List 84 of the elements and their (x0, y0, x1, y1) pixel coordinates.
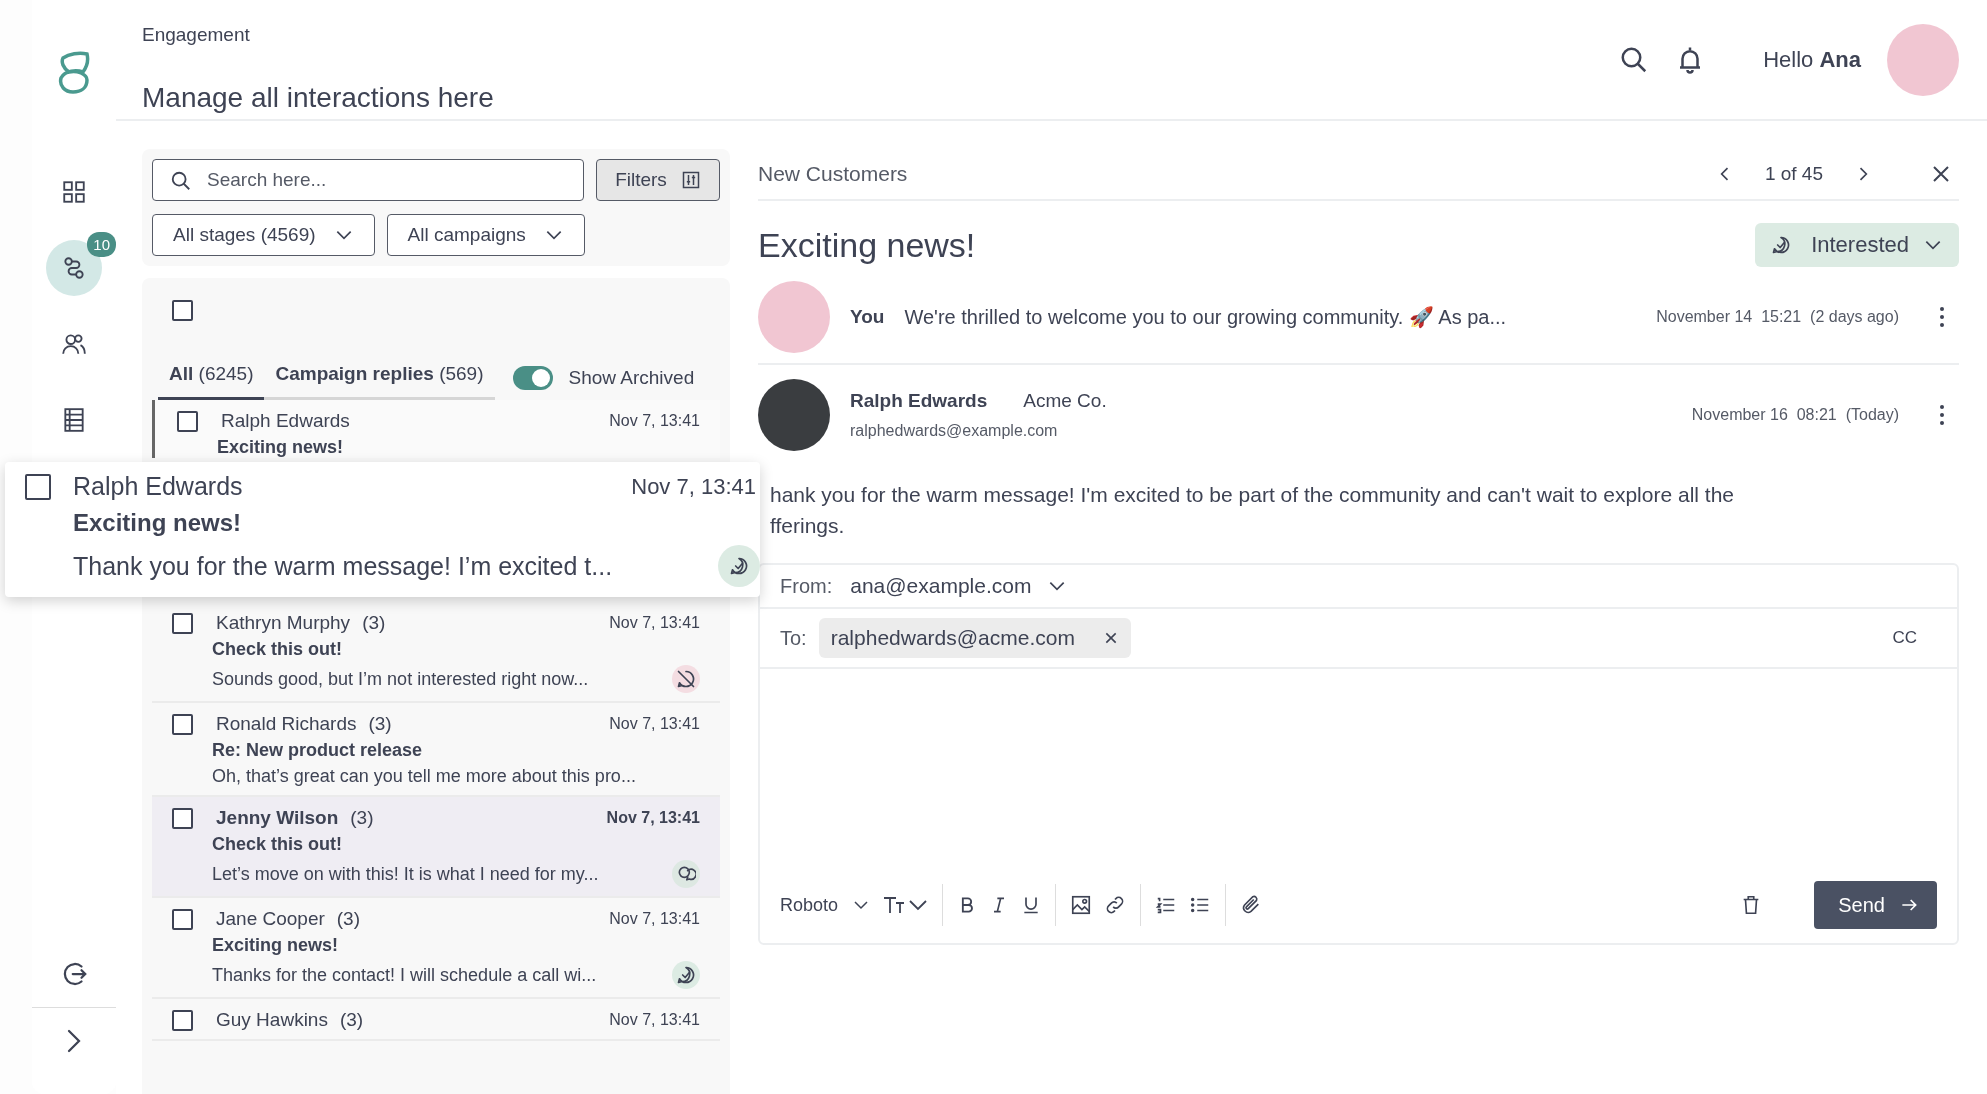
contact-name: Ralph Edwards (73, 472, 243, 501)
from-dropdown[interactable]: ana@example.com (850, 574, 1068, 598)
search-field[interactable]: Search here... (152, 159, 584, 201)
message-preview: Let’s move on with this! It is what I need for my... (212, 863, 599, 885)
message-count: (3) (368, 713, 392, 735)
message-preview: Thank you for the warm message! I’m excited t... (73, 551, 613, 581)
checkbox[interactable] (172, 1009, 193, 1031)
font-dropdown[interactable]: Roboto (780, 894, 871, 916)
message-date: November 14 15:21 (2 days ago) (1656, 308, 1899, 326)
dropdown[interactable]: All campaigns (386, 214, 585, 256)
route-icon (61, 255, 87, 281)
toggle-switch[interactable] (512, 365, 553, 390)
timestamp: Nov 7, 13:41 (609, 715, 700, 733)
conversation-subject: Exciting news! (758, 225, 976, 265)
checkbox[interactable] (172, 713, 193, 735)
grid-icon (61, 179, 87, 205)
checkbox[interactable] (177, 410, 198, 432)
message-count: (3) (350, 807, 374, 829)
conversation-row[interactable]: Guy Hawkins (3) Nov 7, 13:41 (152, 999, 720, 1041)
cc-button[interactable]: CC (1886, 627, 1923, 649)
subject: Re: New product release (212, 740, 424, 761)
timestamp: Nov 7, 13:41 (609, 910, 700, 928)
conversation-row[interactable]: Jane Cooper (3) Nov 7, 13:41 Exciting news! Thanks for the contact! I will schedule a call wi... (152, 898, 720, 999)
chat-bubbles-icon (672, 860, 700, 888)
send-button[interactable]: Send (1814, 881, 1937, 929)
checkbox[interactable] (25, 473, 51, 500)
table-icon (61, 407, 87, 433)
conversation-row[interactable]: Jenny Wilson (3) Nov 7, 13:41 Check this out! Let’s move on with this! It is what I need for my... (152, 797, 720, 898)
dragged-conversation-card[interactable]: Ralph Edwards Nov 7, 13:41 Exciting news! Thank you for the warm message! I’m excited t... (5, 462, 760, 597)
subject: Check this out! (212, 639, 343, 660)
image-icon[interactable] (1070, 894, 1093, 916)
message-preview: Thanks for the contact! I will schedule a call wi... (212, 964, 597, 986)
toggle-label: Show Archived (568, 366, 695, 389)
to-label: To: (780, 626, 807, 650)
contact-name: Ralph Edwards (221, 410, 350, 432)
contact-name: Guy Hawkins (216, 1009, 328, 1031)
conversation-row[interactable]: Kathryn Murphy (3) Nov 7, 13:41 Check this out! Sounds good, but I’m not interested right now... (152, 602, 720, 703)
contact-name: Jane Cooper (216, 908, 325, 930)
page-title: Manage all interactions here (142, 81, 495, 114)
timestamp: Nov 7, 13:41 (609, 1011, 700, 1029)
message-preview: Oh, that’s great can you tell me more about this pro... (212, 766, 636, 787)
subject: Check this out! (212, 834, 343, 855)
checkbox[interactable] (172, 300, 193, 321)
contact-name: Jenny Wilson (216, 807, 339, 829)
message-preview: Sounds good, but I’m not interested right now... (212, 668, 589, 690)
filters-button[interactable]: Filters (596, 159, 720, 201)
tab[interactable]: Campaign replies (569) (264, 355, 495, 400)
sender-name: Ralph Edwards (850, 390, 988, 412)
timestamp: Nov 7, 13:41 (609, 412, 700, 430)
subject: Exciting news! (212, 935, 340, 956)
timestamp: Nov 7, 13:41 (631, 473, 756, 500)
contact-name: Kathryn Murphy (216, 612, 351, 634)
message-count: (3) (336, 908, 361, 930)
message-count: (3) (339, 1009, 364, 1031)
sliders-icon (680, 170, 701, 190)
stage-dropdown[interactable]: Interested (1755, 223, 1959, 267)
dropdown[interactable]: All stages (4569) (152, 214, 375, 256)
message-count: (3) (362, 612, 386, 634)
list-name: New Customers (758, 162, 908, 186)
greeting: Hello Ana (1763, 46, 1861, 73)
more-icon[interactable] (1939, 306, 1945, 328)
message-body: hank you for the warm message! I'm excited to be part of the community and can't wait to explore all the fferings. (770, 482, 1735, 539)
people-icon (61, 331, 87, 357)
count-badge: 10 (87, 232, 116, 257)
checkbox[interactable] (172, 612, 193, 634)
timestamp: Nov 7, 13:41 (609, 614, 700, 632)
more-icon[interactable] (1939, 404, 1945, 426)
text-size-dropdown[interactable] (882, 895, 929, 915)
recipient-chip[interactable]: ralphedwards@acme.com (818, 618, 1131, 658)
company-name: Acme Co. (1023, 390, 1107, 412)
breadcrumb: Engagement (142, 23, 251, 46)
checkbox[interactable] (172, 807, 193, 829)
subject: Exciting news! (217, 437, 345, 458)
sender-email: ralphedwards@example.com (850, 422, 1059, 440)
contact-name: Ronald Richards (216, 713, 357, 735)
message-snippet: We're thrilled to welcome you to our growing community. 🚀 As pa... (904, 305, 1508, 329)
logo-icon[interactable] (57, 50, 91, 96)
message-date: November 16 08:21 (Today) (1691, 406, 1899, 424)
checkbox[interactable] (172, 908, 193, 930)
subject: Exciting news! (73, 509, 243, 537)
sender-name: You (850, 306, 885, 328)
pager-count: 1 of 45 (1764, 163, 1823, 185)
from-label: From: (780, 574, 833, 598)
timestamp: Nov 7, 13:41 (606, 809, 700, 827)
